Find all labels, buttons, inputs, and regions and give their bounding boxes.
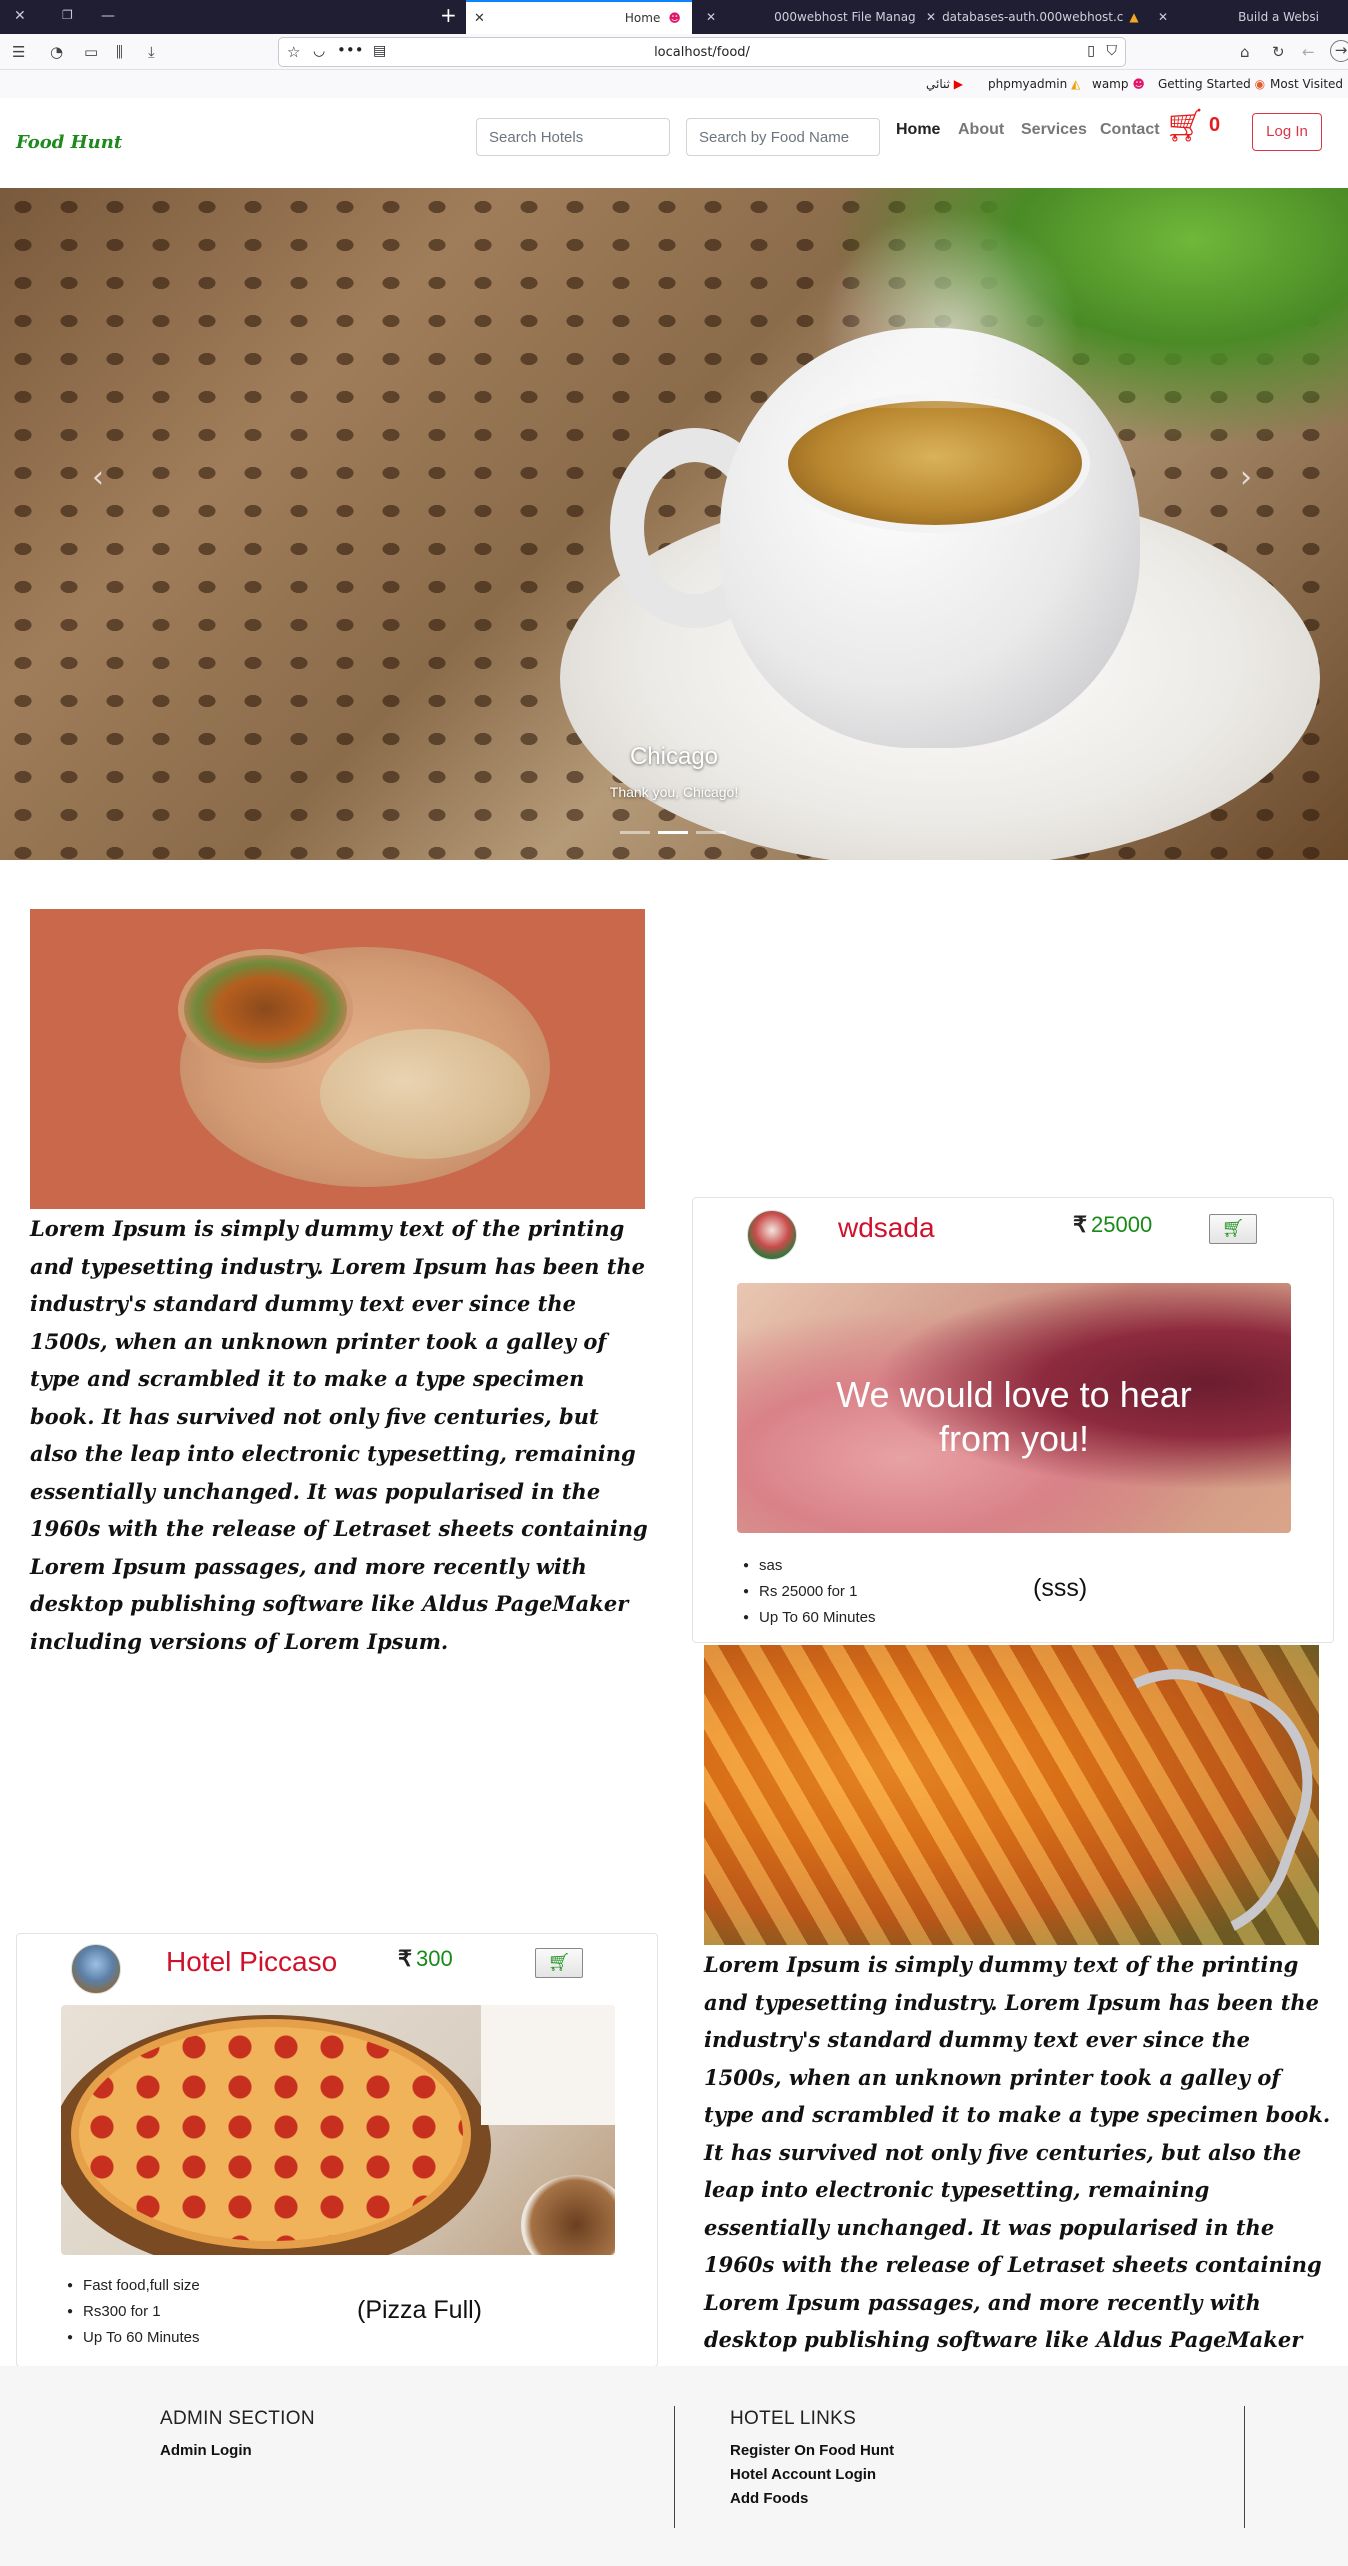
close-icon[interactable]: ✕ (1158, 10, 1168, 24)
login-button[interactable]: Log In (1252, 113, 1322, 151)
cart-icon: 🛒︎ (1221, 1218, 1245, 1239)
site-header: Food Hunt Search Hotels Search by Food N… (0, 98, 1348, 188)
search-hotels-input[interactable]: Search Hotels (476, 118, 670, 156)
feature-item: Rs 25000 for 1 (743, 1580, 876, 1606)
feature-item: Fast food,full size (67, 2274, 200, 2300)
tab-label: Home (624, 11, 661, 25)
add-to-cart-button[interactable]: 🛒︎ (1209, 1214, 1257, 1244)
tab-label: 000webhost File Manager (774, 10, 916, 24)
hotel-avatar (747, 1210, 797, 1260)
description-text: Lorem Ipsum is simply dummy text of the … (30, 1216, 648, 1654)
download-icon[interactable]: ⤓ (148, 43, 155, 61)
bookmark-item[interactable]: ثنائي ▶ (926, 77, 963, 91)
new-tab-icon[interactable]: + (440, 3, 457, 27)
register-link[interactable]: Register On Food Hunt (730, 2442, 894, 2459)
nav-about[interactable]: About (958, 121, 1004, 139)
restore-window-icon[interactable]: ❐ (62, 8, 73, 22)
tab-home[interactable]: ✕ Home ☻ (466, 0, 692, 34)
feature-item: sas (743, 1554, 876, 1580)
url-text: localhost/food/ (654, 45, 750, 60)
bookmark-item[interactable]: wamp ☻ (1092, 77, 1145, 91)
carousel-next-icon[interactable]: › (1240, 460, 1252, 495)
food-name: (Pizza Full) (357, 2296, 483, 2324)
browser-toolbar: ☰ ◔ ▭ ⫼ ⤓ ☆ ◡ ••• ▤ localhost/food/ ▯ ⛉ … (0, 34, 1348, 70)
menu-icon[interactable]: ☰ (12, 43, 25, 61)
food-image (61, 2005, 615, 2255)
bookmark-item[interactable]: Getting Started ◉ (1158, 77, 1265, 91)
food-features: Fast food,full size Rs300 for 1 Up To 60… (67, 2274, 200, 2352)
footer-divider (674, 2406, 675, 2528)
carousel-indicator[interactable] (696, 831, 726, 834)
carousel-prev-icon[interactable]: ‹ (92, 460, 104, 495)
forward-icon[interactable]: → (1330, 40, 1348, 62)
shield-icon[interactable]: ⛉ (1107, 43, 1118, 59)
tab-favicon-icon: ☻ (668, 11, 681, 25)
food-image-text: We would love to hear from you! (836, 1374, 1192, 1459)
hotel-links-heading: HOTEL LINKS (730, 2408, 857, 2429)
close-window-icon[interactable]: ✕ (14, 8, 26, 24)
tab-favicon-icon: ▲ (1129, 10, 1139, 24)
carousel-caption-text: Thank you, Chicago! (609, 784, 739, 800)
food-features: sas Rs 25000 for 1 Up To 60 Minutes (743, 1554, 876, 1632)
site-footer: ADMIN SECTION Admin Login HOTEL LINKS Re… (0, 2366, 1348, 2566)
feature-item: Up To 60 Minutes (743, 1606, 875, 1632)
close-icon[interactable]: ✕ (926, 10, 936, 24)
tab-databases-auth[interactable]: ✕ databases-auth.000webhost.c ▲ (918, 0, 1148, 34)
price: ₹25000 (1073, 1212, 1153, 1237)
tab-label: Build a Websi (1238, 10, 1319, 24)
nav-contact[interactable]: Contact (1100, 121, 1160, 139)
browser-tab-bar: ✕ ❐ — + ✕ Home ☻ ✕ 000webhost File Manag… (0, 0, 1348, 34)
bookmark-item[interactable]: phpmyadmin ◭ (988, 77, 1080, 91)
minimize-window-icon[interactable]: — (101, 8, 115, 24)
cart-icon: 🛒︎ (547, 1952, 571, 1973)
nav-services[interactable]: Services (1021, 121, 1087, 139)
back-icon[interactable]: ← (1302, 43, 1315, 61)
library-icon[interactable]: ⫼ (116, 43, 123, 61)
food-card: wdsada ₹25000 🛒︎ We would love to hear f… (692, 1197, 1334, 1643)
tab-build-website[interactable]: ✕ Build a Websi (1150, 0, 1348, 34)
hotel-name[interactable]: Hotel Piccaso (166, 1946, 337, 1978)
site-logo[interactable]: Food Hunt (16, 132, 122, 153)
bookmarks-bar: ثنائي ▶ phpmyadmin ◭ wamp ☻ Getting Star… (0, 70, 1348, 98)
home-icon[interactable]: ⌂ (1240, 43, 1250, 61)
address-bar[interactable]: ☆ ◡ ••• ▤ localhost/food/ ▯ ⛉ (278, 37, 1126, 67)
carousel-caption-title: Chicago (629, 743, 719, 770)
add-to-cart-button[interactable]: 🛒︎ (535, 1948, 583, 1978)
reload-icon[interactable]: ↻ (1272, 43, 1285, 61)
feature-item: Up To 60 Minutes (67, 2326, 200, 2352)
hotel-avatar (71, 1944, 121, 1994)
food-name: (sss) (1033, 1574, 1088, 1602)
sidebar-icon[interactable]: ▭ (84, 43, 98, 61)
cart-count: 0 (1209, 114, 1221, 136)
price: ₹300 (398, 1946, 453, 1971)
page-icon: ▯ (1087, 43, 1095, 59)
hotel-account-login-link[interactable]: Hotel Account Login (730, 2466, 876, 2483)
footer-divider (1244, 2406, 1245, 2528)
close-icon[interactable]: ✕ (706, 10, 716, 24)
carousel-indicator[interactable] (620, 831, 650, 834)
cart-icon[interactable]: 🛒︎ (1165, 106, 1206, 144)
hotel-name[interactable]: wdsada (838, 1212, 935, 1244)
tab-label: databases-auth.000webhost.c (942, 10, 1124, 24)
feature-image-plate (30, 909, 645, 1209)
description-text: Lorem Ipsum is simply dummy text of the … (704, 1952, 1331, 2390)
admin-login-link[interactable]: Admin Login (160, 2442, 252, 2459)
admin-section-heading: ADMIN SECTION (160, 2408, 315, 2429)
container-icon[interactable]: ◔ (50, 43, 63, 61)
search-food-input[interactable]: Search by Food Name (686, 118, 880, 156)
add-foods-link[interactable]: Add Foods (730, 2490, 808, 2507)
food-image: We would love to hear from you! (737, 1283, 1291, 1533)
feature-item: Rs300 for 1 (67, 2300, 200, 2326)
close-icon[interactable]: ✕ (474, 11, 485, 26)
food-card: Hotel Piccaso ₹300 🛒︎ Fast food,full siz… (16, 1933, 658, 2367)
carousel-indicator[interactable] (658, 831, 688, 834)
feature-image-pasta (704, 1645, 1319, 1945)
bookmark-item[interactable]: Most Visited ⚙ (1270, 77, 1348, 91)
nav-home[interactable]: Home (896, 121, 940, 139)
tab-file-manager[interactable]: ✕ 000webhost File Manager (698, 0, 916, 34)
